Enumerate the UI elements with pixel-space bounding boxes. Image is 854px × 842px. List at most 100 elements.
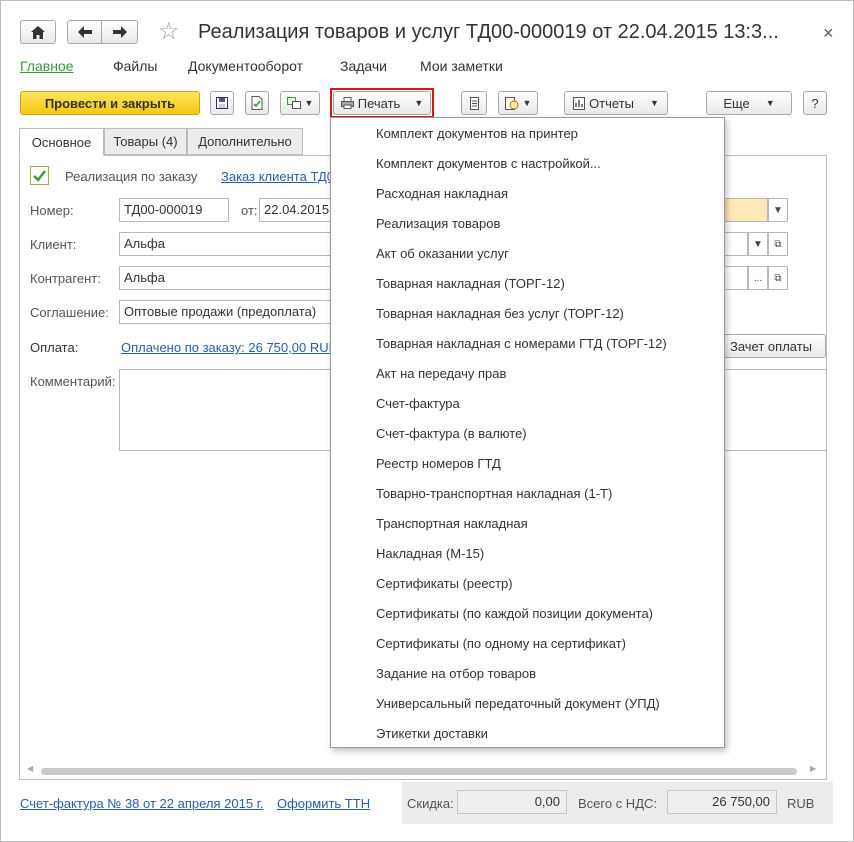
- forward-button[interactable]: [101, 20, 138, 44]
- counterparty-label: Контрагент:: [30, 271, 101, 286]
- payment-link[interactable]: Оплачено по заказу: 26 750,00 RUB: [121, 340, 337, 355]
- client-open-button[interactable]: ⧉: [768, 232, 788, 256]
- client-label: Клиент:: [30, 237, 77, 252]
- attachments-button[interactable]: ▼: [498, 91, 538, 115]
- print-menu-item[interactable]: Сертификаты (реестр): [376, 576, 513, 591]
- document-clock-icon: [504, 96, 519, 110]
- agreement-field[interactable]: Оптовые продажи (предоплата): [119, 300, 339, 324]
- by-order-checkbox[interactable]: [30, 166, 49, 185]
- print-menu-item[interactable]: Счет-фактура (в валюте): [376, 426, 527, 441]
- print-menu-item[interactable]: Накладная (М-15): [376, 546, 484, 561]
- print-menu-item[interactable]: Реализация товаров: [376, 216, 500, 231]
- print-menu-item[interactable]: Задание на отбор товаров: [376, 666, 536, 681]
- scroll-left-arrow-icon[interactable]: ◀: [27, 764, 33, 773]
- ttn-link[interactable]: Оформить ТТН: [277, 796, 370, 811]
- window-title: Реализация товаров и услуг ТД00-000019 о…: [198, 21, 779, 43]
- print-menu-item[interactable]: Акт на передачу прав: [376, 366, 506, 381]
- print-menu-item[interactable]: Этикетки доставки: [376, 726, 488, 741]
- list-icon: [469, 96, 479, 110]
- invoice-link[interactable]: Счет-фактура № 38 от 22 апреля 2015 г.: [20, 796, 263, 811]
- create-based-on-button[interactable]: ▼: [280, 91, 320, 115]
- print-menu-item[interactable]: Акт об оказании услуг: [376, 246, 509, 261]
- horizontal-scrollbar[interactable]: ◀ ▶: [25, 764, 822, 776]
- print-menu-item[interactable]: Комплект документов на принтер: [376, 126, 578, 141]
- help-label: ?: [811, 95, 819, 111]
- save-icon: [216, 97, 228, 109]
- discount-label: Скидка:: [407, 796, 454, 811]
- open-icon: ⧉: [774, 238, 782, 250]
- scrollbar-thumb[interactable]: [41, 768, 797, 775]
- chevron-down-icon: ▼: [753, 238, 763, 250]
- tab-main[interactable]: Основное: [19, 128, 104, 156]
- organization-dropdown[interactable]: ▼: [768, 198, 788, 222]
- comment-label: Комментарий:: [30, 374, 116, 389]
- chevron-down-icon: ▼: [522, 98, 532, 108]
- print-menu-item[interactable]: Транспортная накладная: [376, 516, 528, 531]
- payment-label: Оплата:: [30, 340, 79, 355]
- tab-additional[interactable]: Дополнительно: [187, 128, 303, 155]
- nav-main[interactable]: Главное: [20, 58, 74, 74]
- arrow-left-icon: [77, 26, 92, 38]
- save-button[interactable]: [210, 91, 234, 115]
- offset-payment-button[interactable]: Зачет оплаты: [716, 334, 826, 358]
- client-dropdown[interactable]: ▼: [748, 232, 768, 256]
- print-menu-item[interactable]: Товарно-транспортная накладная (1-Т): [376, 486, 612, 501]
- client-field[interactable]: Альфа: [119, 232, 339, 256]
- structure-button[interactable]: [461, 91, 487, 115]
- nav-notes[interactable]: Мои заметки: [420, 58, 503, 74]
- total-label: Всего с НДС:: [578, 796, 658, 811]
- date-field[interactable]: 22.04.2015: [259, 198, 339, 222]
- close-icon[interactable]: ×: [823, 23, 834, 44]
- post-and-close-label: Провести и закрыть: [44, 95, 176, 111]
- nav-tasks[interactable]: Задачи: [340, 58, 387, 74]
- back-button[interactable]: [67, 20, 102, 44]
- chevron-down-icon: ▼: [304, 98, 314, 108]
- chevron-down-icon: ▼: [650, 98, 659, 108]
- print-menu-item[interactable]: Сертификаты (по каждой позиции документа…: [376, 606, 653, 621]
- post-document-icon: [251, 96, 263, 110]
- print-menu-item[interactable]: Универсальный передаточный документ (УПД…: [376, 696, 660, 711]
- checkmark-icon: [33, 170, 46, 182]
- tab-goods[interactable]: Товары (4): [104, 128, 187, 155]
- post-and-close-button[interactable]: Провести и закрыть: [20, 91, 200, 115]
- home-button[interactable]: [20, 20, 56, 44]
- home-icon: [31, 25, 45, 39]
- help-button[interactable]: ?: [803, 91, 827, 115]
- print-menu-item[interactable]: Счет-фактура: [376, 396, 460, 411]
- print-menu-item[interactable]: Комплект документов с настройкой...: [376, 156, 601, 171]
- number-label: Номер:: [30, 203, 74, 218]
- print-menu-item[interactable]: Расходная накладная: [376, 186, 508, 201]
- currency-label: RUB: [787, 796, 815, 811]
- order-link[interactable]: Заказ клиента ТД0: [221, 169, 334, 184]
- chevron-down-icon: ▼: [773, 204, 783, 216]
- scroll-right-arrow-icon[interactable]: ▶: [810, 764, 816, 773]
- report-icon: [573, 96, 586, 110]
- discount-field: 0,00: [457, 790, 567, 814]
- print-menu-item[interactable]: Товарная накладная с номерами ГТД (ТОРГ-…: [376, 336, 667, 351]
- favorite-star-icon[interactable]: ☆: [158, 20, 180, 44]
- reports-label: Отчеты: [589, 95, 634, 111]
- nav-files[interactable]: Файлы: [113, 58, 157, 74]
- counterparty-select-button[interactable]: ...: [748, 266, 768, 290]
- more-button[interactable]: Еще ▼: [706, 91, 792, 115]
- number-field[interactable]: ТД00-000019: [119, 198, 229, 222]
- by-order-label: Реализация по заказу: [65, 169, 198, 184]
- date-label: от:: [241, 203, 258, 218]
- reports-button[interactable]: Отчеты ▼: [564, 91, 668, 115]
- more-label: Еще: [723, 95, 750, 111]
- create-based-on-icon: [286, 97, 301, 109]
- chevron-down-icon: ▼: [765, 98, 775, 108]
- open-icon: ⧉: [774, 272, 782, 284]
- post-button[interactable]: [245, 91, 269, 115]
- print-menu-item[interactable]: Товарная накладная (ТОРГ-12): [376, 276, 565, 291]
- offset-payment-label: Зачет оплаты: [729, 338, 813, 354]
- nav-docflow[interactable]: Документооборот: [188, 58, 303, 74]
- agreement-label: Соглашение:: [30, 305, 109, 320]
- counterparty-open-button[interactable]: ⧉: [768, 266, 788, 290]
- counterparty-field[interactable]: Альфа: [119, 266, 339, 290]
- print-menu-item[interactable]: Товарная накладная без услуг (ТОРГ-12): [376, 306, 624, 321]
- total-field: 26 750,00: [667, 790, 777, 814]
- print-menu-item[interactable]: Реестр номеров ГТД: [376, 456, 501, 471]
- print-menu-item[interactable]: Сертификаты (по одному на сертификат): [376, 636, 626, 651]
- print-menu: Комплект документов на принтер Комплект д…: [330, 117, 725, 748]
